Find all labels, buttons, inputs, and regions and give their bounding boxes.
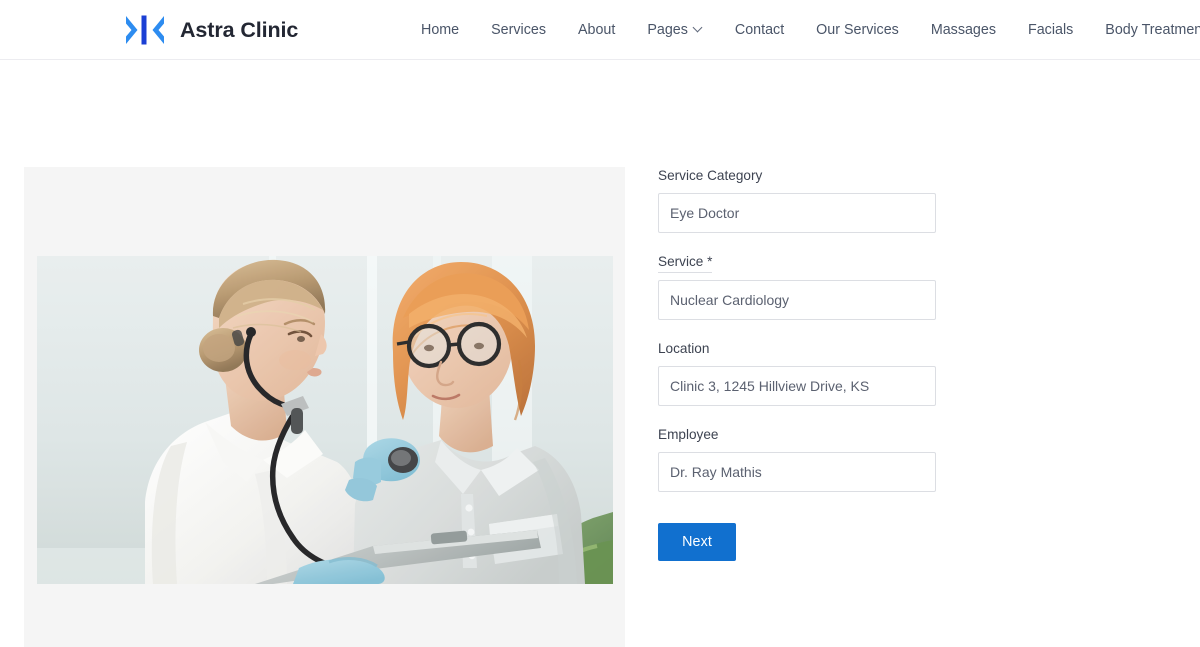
field-label-location: Location <box>658 341 710 356</box>
field-service-category: Service Category <box>658 167 936 233</box>
site-header: Astra Clinic Home Services About Pages C… <box>0 0 1200 60</box>
nav-item-pages[interactable]: Pages <box>631 0 719 60</box>
field-employee: Employee <box>658 426 936 492</box>
nav-label: Contact <box>734 22 785 38</box>
service-category-input[interactable] <box>658 193 936 233</box>
page-content: Service Category Service * Location Empl… <box>0 60 1200 647</box>
nav-label: Services <box>491 22 546 38</box>
nav-item-massages[interactable]: Massages <box>915 0 1012 60</box>
nav-label: Our Services <box>816 22 899 38</box>
nav-item-facials[interactable]: Facials <box>1012 0 1089 60</box>
clinic-photo <box>37 256 613 584</box>
location-input[interactable] <box>658 366 936 406</box>
employee-input[interactable] <box>658 452 936 492</box>
double-chevron-logo-icon <box>124 12 166 48</box>
nav-item-home[interactable]: Home <box>405 0 475 60</box>
service-input[interactable] <box>658 280 936 320</box>
brand-logo-link[interactable]: Astra Clinic <box>124 0 298 60</box>
nav-label: Facials <box>1027 22 1074 38</box>
field-service: Service * <box>658 253 936 320</box>
field-label-service-category: Service Category <box>658 168 763 183</box>
booking-form: Service Category Service * Location Empl… <box>658 167 936 561</box>
media-panel <box>24 167 625 647</box>
brand-name: Astra Clinic <box>180 17 299 42</box>
nav-item-our-services[interactable]: Our Services <box>800 0 915 60</box>
next-button[interactable]: Next <box>658 523 736 561</box>
nav-item-services[interactable]: Services <box>475 0 562 60</box>
nav-item-body-treatments[interactable]: Body Treatments <box>1089 0 1200 60</box>
main-navigation: Home Services About Pages Contact Our Se… <box>405 0 1200 60</box>
field-location: Location <box>658 340 936 406</box>
nav-item-about[interactable]: About <box>562 0 631 60</box>
required-asterisk: * <box>707 254 713 269</box>
field-label-service-text: Service <box>658 254 704 269</box>
nav-label: Home <box>421 22 460 38</box>
field-label-employee: Employee <box>658 427 719 442</box>
nav-label: Body Treatments <box>1105 22 1200 38</box>
nav-label: About <box>577 22 616 38</box>
nav-label: Pages <box>647 22 688 38</box>
field-label-service: Service * <box>658 253 713 273</box>
nav-item-contact[interactable]: Contact <box>719 0 800 60</box>
chevron-down-icon <box>694 24 703 33</box>
nav-label: Massages <box>930 22 996 38</box>
